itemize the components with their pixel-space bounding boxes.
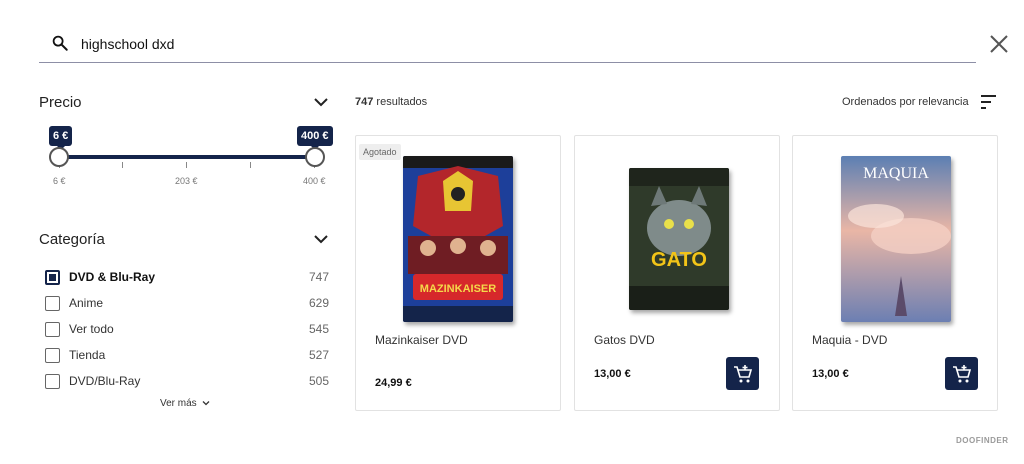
slider-tick [186, 162, 187, 168]
results-suffix: resultados [376, 96, 428, 108]
product-cover-image: MAQUIA [841, 156, 951, 322]
brand-logo: DOOFINDER [956, 436, 1009, 445]
product-title: Mazinkaiser DVD [375, 333, 468, 347]
see-more-label: Ver más [160, 398, 197, 409]
category-label: DVD/Blu-Ray [69, 374, 141, 388]
close-icon[interactable] [988, 33, 1010, 55]
see-more-link[interactable]: Ver más [160, 398, 210, 409]
add-to-cart-button[interactable] [945, 357, 978, 390]
category-count: 545 [308, 322, 329, 336]
sort-label[interactable]: Ordenados por relevancia [842, 96, 969, 108]
category-item-tienda[interactable]: Tienda 527 [45, 346, 329, 366]
category-filter-title: Categoría [39, 231, 105, 248]
price-filter-chevron-down-icon[interactable] [313, 94, 329, 110]
price-filter-title: Precio [39, 94, 82, 111]
category-item-anime[interactable]: Anime 629 [45, 294, 329, 314]
search-input[interactable] [81, 32, 941, 56]
price-max-handle[interactable] [305, 147, 325, 167]
category-checkbox[interactable] [45, 374, 60, 389]
cover-title-text: MAQUIA [863, 165, 929, 182]
add-to-cart-button[interactable] [726, 357, 759, 390]
price-min-handle[interactable] [49, 147, 69, 167]
category-label: Ver todo [69, 322, 114, 336]
slider-tick [250, 162, 251, 168]
product-card[interactable]: Agotado MAZINKAISER Mazinkaiser DVD 24,9… [355, 135, 561, 411]
category-count: 505 [308, 374, 329, 388]
category-count: 629 [308, 296, 329, 310]
results-count: 747 resultados [355, 96, 427, 108]
category-checkbox[interactable] [45, 296, 60, 311]
product-price: 13,00 € [812, 368, 849, 380]
category-label: DVD & Blu-Ray [69, 270, 156, 284]
search-bar [39, 26, 976, 63]
cover-title-text: GATO [651, 249, 707, 271]
category-count: 527 [308, 348, 329, 362]
category-checkbox[interactable] [45, 270, 60, 285]
price-tick-label-max: 400 € [303, 176, 326, 186]
product-title: Maquia - DVD [812, 333, 888, 347]
sold-out-badge: Agotado [359, 144, 401, 160]
price-max-bubble: 400 € [297, 126, 333, 150]
slider-tick [122, 162, 123, 168]
results-number: 747 [355, 96, 374, 108]
category-item-dvd-blu-ray-alt[interactable]: DVD/Blu-Ray 505 [45, 372, 329, 392]
category-count: 747 [308, 270, 329, 284]
price-slider-track[interactable] [59, 155, 315, 159]
category-filter-chevron-down-icon[interactable] [313, 231, 329, 247]
product-title: Gatos DVD [594, 333, 655, 347]
category-item-ver-todo[interactable]: Ver todo 545 [45, 320, 329, 340]
search-icon [52, 35, 68, 51]
price-min-bubble: 6 € [49, 126, 73, 150]
sort-icon[interactable] [981, 95, 996, 109]
cart-add-icon [734, 365, 753, 383]
category-item-dvd-blu-ray[interactable]: DVD & Blu-Ray 747 [45, 268, 329, 288]
product-card[interactable]: MAQUIA Maquia - DVD 13,00 € [792, 135, 998, 411]
product-cover-image: GATO [629, 168, 729, 310]
category-label: Tienda [69, 348, 106, 362]
category-checkbox[interactable] [45, 322, 60, 337]
price-tick-label-min: 6 € [53, 176, 66, 186]
chevron-down-icon [202, 401, 210, 406]
product-card[interactable]: GATO Gatos DVD 13,00 € [574, 135, 780, 411]
cart-add-icon [953, 365, 972, 383]
product-cover-image: MAZINKAISER [403, 156, 513, 322]
category-checkbox[interactable] [45, 348, 60, 363]
cover-title-text: MAZINKAISER [420, 283, 496, 295]
category-label: Anime [69, 296, 104, 310]
price-tick-label-mid: 203 € [175, 176, 198, 186]
product-price: 24,99 € [375, 377, 412, 389]
product-price: 13,00 € [594, 368, 631, 380]
